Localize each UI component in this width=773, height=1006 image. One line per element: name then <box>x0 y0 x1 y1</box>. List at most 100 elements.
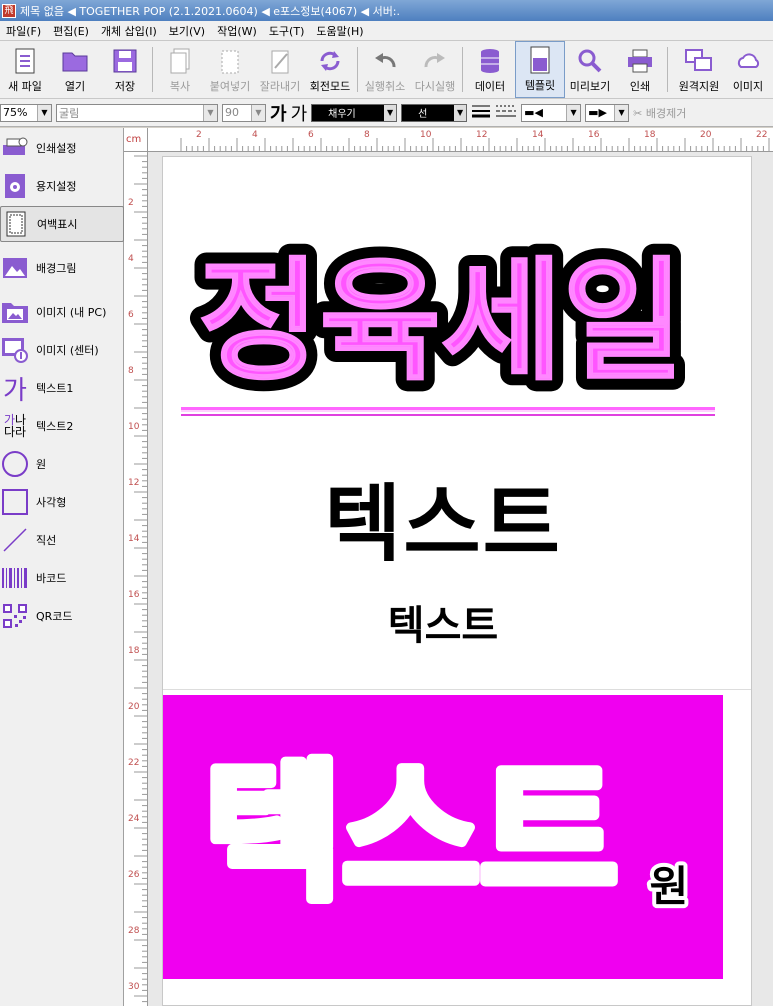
font-select[interactable]: 굴림 ▼ <box>56 103 218 122</box>
paper-gear-icon <box>0 171 30 201</box>
line-style-icon[interactable] <box>495 103 517 122</box>
sidebar-item-background-image[interactable]: 배경그림 <box>0 250 124 286</box>
line-color-select[interactable]: 선 ▼ <box>401 103 468 122</box>
bold-button[interactable]: 가 <box>270 100 287 126</box>
menu-work[interactable]: 작업(W) <box>211 23 263 39</box>
chevron-down-icon: ▼ <box>251 104 265 121</box>
redo-button[interactable]: 다시실행 <box>410 41 460 98</box>
menu-file[interactable]: 파일(F) <box>0 23 47 39</box>
object-sidebar: 인쇄설정 용지설정 여백표시 배경그림 이미지 (내 PC) 이미지 (센터) … <box>0 128 124 1006</box>
sidebar-item-paper-settings[interactable]: 용지설정 <box>0 168 124 204</box>
preview-button[interactable]: 미리보기 <box>565 41 615 98</box>
sidebar-item-rectangle[interactable]: 사각형 <box>0 484 124 520</box>
remote-icon <box>685 46 713 76</box>
font-value: 굴림 <box>59 106 80 120</box>
design-canvas[interactable]: cm 2 4 6 8 10 12 14 16 18 20 22 2 4 6 8 10 12 14 16 18 20 22… <box>124 128 773 1006</box>
menu-tools[interactable]: 도구(T) <box>263 23 311 39</box>
sidebar-item-text2[interactable]: 가나 다라 텍스트2 <box>0 408 124 444</box>
font-size-select[interactable]: 90 ▼ <box>222 103 266 122</box>
barcode-icon <box>0 563 30 593</box>
sidebar-item-barcode[interactable]: 바코드 <box>0 560 124 596</box>
ruler-tick-label: 10 <box>128 422 140 432</box>
arrow-start-select[interactable]: ▬◀ ▼ <box>521 103 582 122</box>
scissors-icon: ✂ <box>633 106 643 120</box>
sidebar-item-circle[interactable]: 원 <box>0 446 124 482</box>
new-file-button[interactable]: 새 파일 <box>0 41 50 98</box>
open-button[interactable]: 열기 <box>50 41 100 98</box>
cut-icon <box>266 46 294 76</box>
menu-insert[interactable]: 개체 삽입(I) <box>95 23 163 39</box>
ruler-tick-label: 14 <box>128 534 140 544</box>
remote-support-button[interactable]: 원격지원 <box>670 41 728 98</box>
won-text: 원 <box>650 862 689 911</box>
folder-image-icon <box>0 297 30 327</box>
toolbar-separator <box>152 47 153 92</box>
menu-help[interactable]: 도움말(H) <box>310 23 369 39</box>
chevron-down-icon: ▼ <box>454 104 467 121</box>
preview-label: 미리보기 <box>569 80 611 93</box>
undo-button[interactable]: 실행취소 <box>360 41 410 98</box>
ruler-tick-label: 18 <box>644 130 656 140</box>
page-paper[interactable]: 정육세일 정육세일 텍스트 텍스트 텍스트 원 <box>162 156 752 1006</box>
image-button[interactable]: 이미지 <box>728 41 768 98</box>
chevron-down-icon: ▼ <box>384 104 397 121</box>
ruler-unit: cm <box>124 128 148 152</box>
data-button[interactable]: 데이터 <box>465 41 515 98</box>
data-label: 데이터 <box>474 80 506 93</box>
window-title: 제목 없음 ◀ TOGETHER POP (2.1.2021.0604) ◀ e… <box>20 4 401 18</box>
rotate-label: 회전모드 <box>309 80 351 93</box>
template-button[interactable]: 템플릿 <box>515 41 565 98</box>
printer-icon <box>626 46 654 76</box>
copy-button[interactable]: 복사 <box>155 41 205 98</box>
print-label: 인쇄 <box>629 80 651 93</box>
fill-color-select[interactable]: 채우기 ▼ <box>311 103 398 122</box>
pink-price-box[interactable]: 텍스트 원 <box>163 695 723 979</box>
box-text: 텍스트 <box>204 747 618 921</box>
cut-button[interactable]: 잘라내기 <box>255 41 305 98</box>
rotate-mode-button[interactable]: 회전모드 <box>305 41 355 98</box>
undo-icon <box>371 46 399 76</box>
menu-edit[interactable]: 편집(E) <box>47 23 95 39</box>
ruler-tick-label: 8 <box>364 130 370 140</box>
zoom-select[interactable]: 75% ▼ <box>0 103 52 122</box>
save-button[interactable]: 저장 <box>100 41 150 98</box>
background-remove-label: 배경제거 <box>645 106 687 120</box>
ruler-tick-label: 30 <box>128 982 140 992</box>
sidebar-item-label: 용지설정 <box>36 180 77 193</box>
font-size-value: 90 <box>225 106 239 119</box>
sidebar-item-qrcode[interactable]: QR코드 <box>0 598 124 634</box>
small-text[interactable]: 텍스트 <box>163 593 723 651</box>
sidebar-item-label: 텍스트2 <box>36 420 74 433</box>
sidebar-item-print-settings[interactable]: 인쇄설정 <box>0 130 124 166</box>
arrow-end-select[interactable]: ▬▶ ▼ <box>585 103 630 122</box>
menu-bar: 파일(F) 편집(E) 개체 삽입(I) 보기(V) 작업(W) 도구(T) 도… <box>0 21 773 41</box>
menu-view[interactable]: 보기(V) <box>163 23 211 39</box>
ruler-tick-label: 22 <box>756 130 768 140</box>
large-text[interactable]: 텍스트 <box>163 457 723 578</box>
pink-divider-bottom <box>181 414 715 416</box>
won-graphic: 원 <box>646 858 693 915</box>
paste-button[interactable]: 붙여넣기 <box>205 41 255 98</box>
print-button[interactable]: 인쇄 <box>615 41 665 98</box>
sidebar-item-label: 이미지 (센터) <box>36 344 99 357</box>
sidebar-item-line[interactable]: 직선 <box>0 522 124 558</box>
text2-icon: 가나 다라 <box>0 411 30 441</box>
background-remove-button[interactable]: ✂ 배경제거 <box>633 105 686 121</box>
ruler-tick-label: 10 <box>420 130 432 140</box>
line-weight-icon[interactable] <box>471 103 491 122</box>
sidebar-item-label: 배경그림 <box>36 262 77 275</box>
sidebar-item-label: 바코드 <box>36 572 67 585</box>
rotate-icon <box>316 46 344 76</box>
italic-button[interactable]: 가 <box>291 100 308 126</box>
sidebar-item-margin-display[interactable]: 여백표시 <box>0 206 124 242</box>
redo-icon <box>421 46 449 76</box>
headline-graphic[interactable]: 정육세일 정육세일 <box>183 227 703 397</box>
sidebar-item-label: 직선 <box>36 534 57 547</box>
arrow-end-icon: ▬▶ <box>588 106 607 119</box>
format-toolbar: 75% ▼ 굴림 ▼ 90 ▼ 가 가 채우기 ▼ 선 ▼ ▬◀ ▼ ▬▶ ▼ … <box>0 99 773 127</box>
sidebar-item-text1[interactable]: 가 텍스트1 <box>0 370 124 406</box>
sidebar-item-label: QR코드 <box>36 610 73 623</box>
sidebar-item-image-pc[interactable]: 이미지 (내 PC) <box>0 294 124 330</box>
remote-label: 원격지원 <box>678 80 720 93</box>
sidebar-item-image-center[interactable]: 이미지 (센터) <box>0 332 124 368</box>
